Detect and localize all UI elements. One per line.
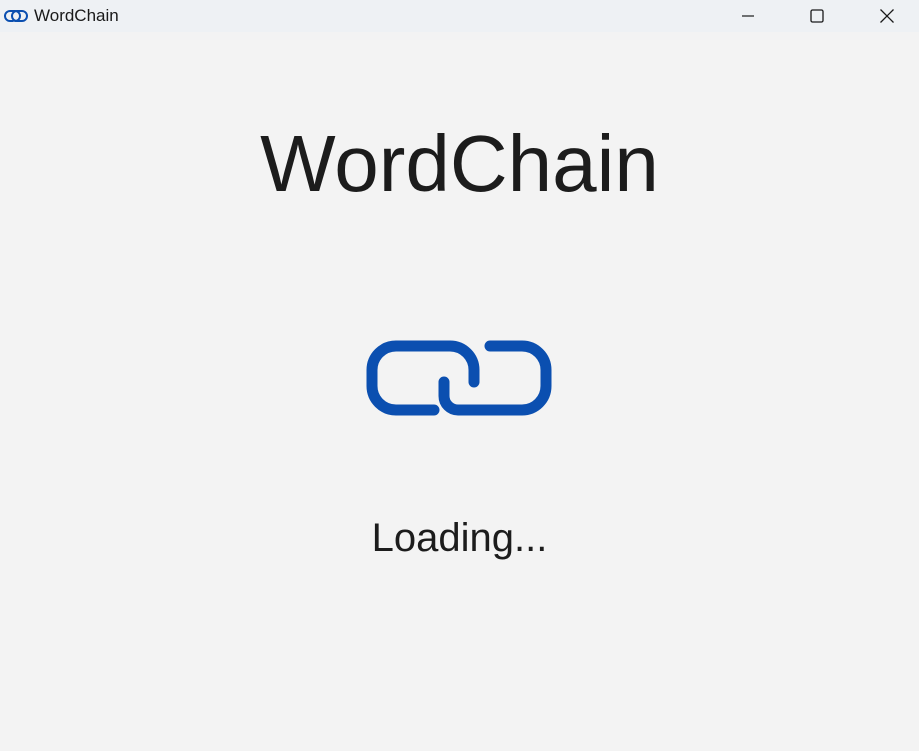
loading-status: Loading...: [371, 516, 548, 560]
app-heading: WordChain: [260, 119, 659, 208]
chain-link-icon: [4, 10, 28, 22]
maximize-button[interactable]: [785, 0, 849, 32]
minimize-icon: [742, 15, 754, 17]
window-title: WordChain: [34, 6, 119, 25]
maximize-icon: [810, 9, 824, 23]
close-icon: [880, 9, 894, 23]
title-bar[interactable]: WordChain: [0, 0, 919, 32]
minimize-button[interactable]: [716, 0, 780, 32]
close-button[interactable]: [855, 0, 919, 32]
app-window: WordChain WordChain Loading...: [0, 0, 919, 751]
chain-link-icon: [366, 340, 552, 416]
